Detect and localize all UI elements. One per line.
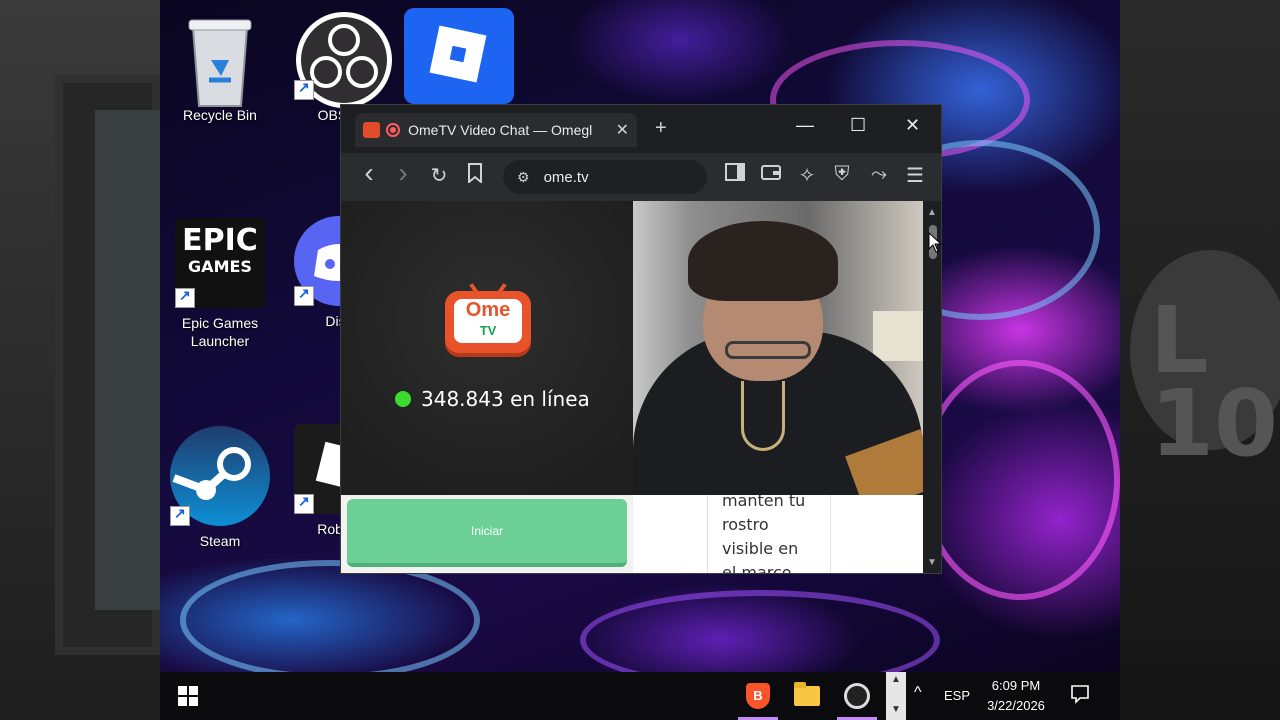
taskbar-obs[interactable] — [833, 672, 881, 720]
ometv-panel: Ome TV 348.843 en línea — [341, 201, 633, 495]
leo-ai-icon[interactable]: ✧ — [795, 163, 819, 188]
face-hint-card: manten tu rostro visible en el marco — [707, 495, 831, 574]
steam-label: Steam — [199, 533, 241, 549]
new-tab-button[interactable]: + — [655, 117, 667, 140]
epic-games-label: Epic Games Launcher — [181, 315, 259, 349]
logo-ome-text: Ome — [465, 299, 511, 321]
sidebar-toggle-icon[interactable] — [723, 163, 747, 187]
mouse-cursor-icon — [928, 232, 942, 253]
online-count-text: 348.843 en línea — [421, 387, 590, 411]
desktop-icon-roblox-studio[interactable] — [404, 8, 514, 104]
taskbar-brave[interactable]: B — [734, 672, 782, 720]
page-scrollbar[interactable]: ▲ ▼ — [923, 201, 941, 573]
windows-start-button[interactable] — [178, 686, 198, 706]
taskbar-scroll[interactable]: ▲ ▼ — [886, 672, 906, 720]
shortcut-arrow-icon — [170, 505, 190, 526]
roblox-studio-icon — [404, 8, 514, 104]
left-letterbox — [0, 0, 160, 720]
logo-tv-text: TV — [479, 323, 497, 338]
url-text: ome.tv — [543, 168, 589, 186]
wallet-icon[interactable] — [759, 163, 783, 187]
face-hint-text: manten tu rostro visible en el marco — [722, 495, 806, 574]
clock-time: 6:09 PM — [991, 678, 1041, 693]
desktop-icon-steam[interactable]: Steam — [165, 426, 275, 550]
language-indicator[interactable]: ESP — [944, 688, 970, 703]
clock-date: 3/22/2026 — [987, 698, 1045, 713]
tab-ometv[interactable]: OmeTV Video Chat — Omegl ✕ — [355, 113, 637, 147]
browser-toolbar: ‹ › ↻ ⚙ ome.tv ✧ ⛨ ⤳ ☰ — [341, 153, 941, 201]
start-area: Iniciar — [341, 495, 633, 573]
shortcut-arrow-icon — [294, 79, 314, 100]
forward-button[interactable]: › — [391, 157, 415, 189]
tray-overflow-icon[interactable]: ^ — [914, 684, 922, 702]
recycle-bin-icon — [175, 10, 265, 107]
browser-window: OmeTV Video Chat — Omegl ✕ + — ☐ ✕ ‹ › ↻… — [340, 104, 942, 574]
obs-icon — [294, 10, 392, 108]
scroll-up-icon[interactable]: ▲ — [927, 207, 937, 218]
taskbar-file-explorer[interactable] — [783, 672, 831, 720]
epic-games-icon: EPIC GAMES — [175, 218, 265, 308]
minimize-button[interactable]: — — [796, 115, 814, 136]
shortcut-arrow-icon — [175, 287, 195, 308]
shortcut-arrow-icon — [294, 285, 314, 306]
obs-icon — [844, 683, 870, 709]
vpn-shield-icon[interactable]: ⛨ — [830, 163, 854, 186]
back-button[interactable]: ‹ — [357, 157, 381, 189]
ometv-page: Ome TV 348.843 en línea Iniciar manten t… — [341, 201, 923, 574]
shortcut-arrow-icon — [294, 493, 314, 514]
wallpaper-wave — [580, 590, 940, 672]
online-status-icon — [395, 391, 411, 407]
taskbar: B ▲ ▼ ^ ESP 6:09 PM 3/22/2026 — [160, 672, 1120, 720]
bookmark-button[interactable] — [463, 163, 487, 189]
desktop-icon-epic-games[interactable]: EPIC GAMES Epic Games Launcher — [165, 218, 275, 350]
start-button[interactable]: Iniciar — [347, 499, 627, 567]
steam-icon — [170, 426, 270, 526]
clock[interactable]: 6:09 PM 3/22/2026 — [976, 676, 1056, 716]
action-center-icon[interactable] — [1070, 684, 1090, 709]
reload-button[interactable]: ↻ — [427, 163, 451, 188]
ometv-logo: Ome TV — [445, 283, 531, 357]
extensions-icon[interactable]: ⤳ — [867, 163, 891, 186]
recording-icon — [386, 123, 401, 137]
brave-icon: B — [746, 683, 770, 709]
bookmark-icon — [468, 163, 482, 185]
scroll-down-icon[interactable]: ▼ — [927, 557, 937, 568]
address-bar[interactable]: ⚙ ome.tv — [503, 160, 707, 194]
blurred-logo-text: L 10 — [1150, 287, 1279, 477]
info-area: manten tu rostro visible en el marco — [633, 495, 923, 574]
menu-icon[interactable]: ☰ — [903, 163, 927, 188]
tab-title: OmeTV Video Chat — Omegl — [408, 122, 593, 138]
wallpaper-wave — [920, 360, 1120, 600]
tab-bar: OmeTV Video Chat — Omegl ✕ + — ☐ ✕ — [341, 105, 941, 153]
online-count: 348.843 en línea — [395, 387, 590, 411]
maximize-button[interactable]: ☐ — [850, 115, 866, 136]
ometv-favicon-icon — [363, 122, 381, 138]
tab-close-icon[interactable]: ✕ — [616, 120, 629, 140]
blurred-panel — [95, 110, 160, 610]
folder-icon — [794, 682, 820, 706]
wallpaper-wave — [180, 560, 480, 672]
site-settings-icon[interactable]: ⚙ — [517, 169, 530, 186]
desktop-icon-recycle-bin[interactable]: Recycle Bin — [165, 10, 275, 124]
webcam-video — [633, 201, 923, 495]
right-letterbox: L 10 — [1120, 0, 1280, 720]
close-window-button[interactable]: ✕ — [905, 115, 920, 136]
